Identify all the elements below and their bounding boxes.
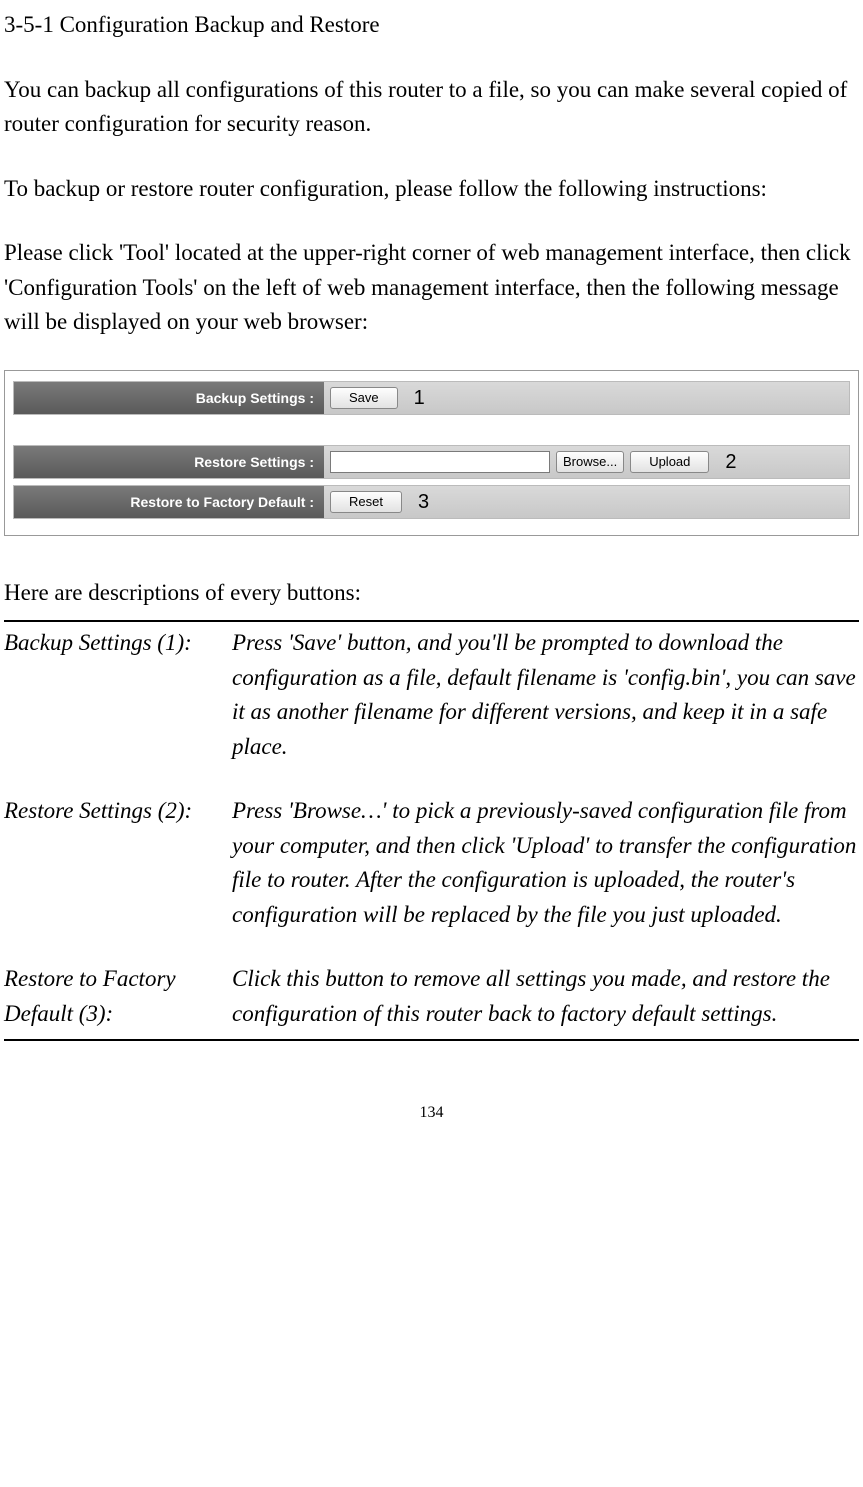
divider-bottom [4,1039,859,1041]
descriptions-intro: Here are descriptions of every buttons: [4,576,859,611]
intro-paragraph-3: Please click 'Tool' located at the upper… [4,236,859,340]
term-backup: Backup Settings (1): [4,626,232,764]
factory-default-row: Restore to Factory Default : Reset 3 [13,485,850,519]
descriptions-table: Backup Settings (1): Press 'Save' button… [4,626,859,1031]
divider-top [4,620,859,622]
def-restore: Press 'Browse…' to pick a previously-sav… [232,794,859,932]
def-factory: Click this button to remove all settings… [232,962,859,1031]
browse-button[interactable]: Browse... [556,451,624,473]
def-backup: Press 'Save' button, and you'll be promp… [232,626,859,764]
table-row: Backup Settings (1): Press 'Save' button… [4,626,859,764]
table-spacer [4,932,859,962]
callout-3: 3 [408,487,429,517]
table-row: Restore Settings (2): Press 'Browse…' to… [4,794,859,932]
page-number: 134 [4,1101,859,1125]
factory-default-label: Restore to Factory Default : [14,486,324,518]
intro-paragraph-2: To backup or restore router configuratio… [4,172,859,207]
restore-settings-label: Restore Settings : [14,446,324,478]
restore-file-input[interactable] [330,451,550,473]
callout-1: 1 [404,383,425,413]
table-spacer [4,764,859,794]
table-row: Restore to Factory Default (3): Click th… [4,962,859,1031]
save-button[interactable]: Save [330,387,398,409]
upload-button[interactable]: Upload [630,451,709,473]
term-restore: Restore Settings (2): [4,794,232,932]
backup-settings-label: Backup Settings : [14,382,324,414]
row-gap [13,421,850,439]
backup-settings-row: Backup Settings : Save 1 [13,381,850,415]
reset-button[interactable]: Reset [330,491,402,513]
callout-2: 2 [715,447,736,477]
restore-settings-row: Restore Settings : Browse... Upload 2 [13,445,850,479]
term-factory: Restore to Factory Default (3): [4,962,232,1031]
intro-paragraph-1: You can backup all configurations of thi… [4,73,859,142]
config-tools-screenshot: Backup Settings : Save 1 Restore Setting… [4,370,859,536]
section-title: 3-5-1 Configuration Backup and Restore [4,8,859,43]
